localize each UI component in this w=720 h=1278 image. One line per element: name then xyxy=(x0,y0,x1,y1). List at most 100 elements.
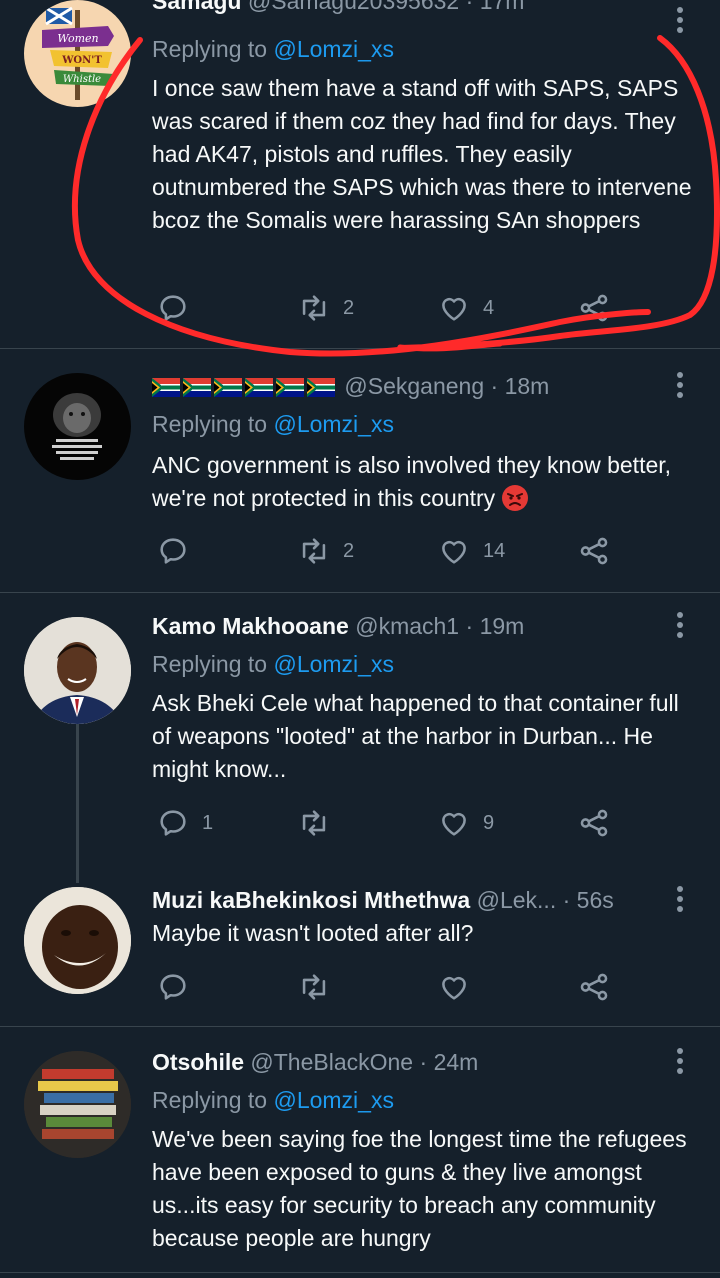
share-button[interactable] xyxy=(577,288,611,328)
share-button[interactable] xyxy=(577,967,611,1007)
reply-button[interactable] xyxy=(156,967,202,1007)
heart-icon xyxy=(442,540,466,564)
retweet-icon xyxy=(302,295,326,321)
tweet-2[interactable]: 🇿🇦🇿🇦🇿🇦🇿🇦🇿🇦🇿🇦 @Sekganeng · 18m Replying t… xyxy=(0,349,720,592)
more-options-button[interactable] xyxy=(662,2,698,38)
separator: · xyxy=(465,613,474,639)
user-handle[interactable]: @Sekganeng xyxy=(344,373,484,399)
user-handle[interactable]: @Lek... xyxy=(477,887,557,913)
tweet-header: Samagu @Samagu20395632 · 17m xyxy=(152,0,660,15)
more-vertical-icon xyxy=(677,7,683,33)
reply-icon xyxy=(160,974,186,1000)
share-button[interactable] xyxy=(577,803,611,843)
like-button[interactable] xyxy=(437,967,483,1007)
like-button[interactable]: 4 xyxy=(437,288,494,328)
user-handle[interactable]: @kmach1 xyxy=(355,613,459,639)
tweet-actions: 2 14 xyxy=(152,531,632,571)
reply-button[interactable]: 1 xyxy=(156,803,213,843)
tweet-actions xyxy=(152,967,632,1007)
reply-icon xyxy=(160,295,186,321)
more-options-button[interactable] xyxy=(662,1043,698,1079)
reply-button[interactable] xyxy=(156,288,202,328)
more-vertical-icon xyxy=(677,886,683,912)
avatar[interactable] xyxy=(24,1051,131,1158)
book-stack-icon xyxy=(24,1051,131,1158)
like-button[interactable]: 9 xyxy=(437,803,494,843)
retweet-count: 2 xyxy=(343,296,355,319)
more-options-button[interactable] xyxy=(662,607,698,643)
tweet-3[interactable]: Kamo Makhooane @kmach1 · 19m Replying to… xyxy=(0,593,720,863)
mention-link[interactable]: @Lomzi_xs xyxy=(273,651,394,677)
more-options-button[interactable] xyxy=(662,367,698,403)
display-name[interactable]: Muzi kaBhekinkosi Mthethwa xyxy=(152,887,470,913)
separator: · xyxy=(465,0,474,14)
separator: · xyxy=(562,887,571,913)
lion-icon xyxy=(52,393,102,460)
user-handle[interactable]: @Samagu20395632 xyxy=(248,0,459,14)
timestamp[interactable]: 17m xyxy=(480,0,525,14)
replying-to: Replying to @Lomzi_xs xyxy=(152,411,394,438)
retweet-button[interactable] xyxy=(297,967,343,1007)
mention-link[interactable]: @Lomzi_xs xyxy=(273,36,394,62)
tweet-header: 🇿🇦🇿🇦🇿🇦🇿🇦🇿🇦🇿🇦 @Sekganeng · 18m xyxy=(152,373,660,400)
avatar[interactable] xyxy=(24,617,131,724)
retweet-icon xyxy=(302,538,326,564)
tweet-1[interactable]: Women WON'T Whistle Samagu @Samagu203956… xyxy=(0,0,720,348)
south-africa-flag-icon xyxy=(183,378,211,397)
svg-text:Women: Women xyxy=(57,32,98,45)
heart-icon xyxy=(442,297,466,321)
person-photo-icon xyxy=(24,887,131,994)
mention-link[interactable]: @Lomzi_xs xyxy=(273,1087,394,1113)
separator: · xyxy=(419,1049,428,1075)
retweet-button[interactable]: 2 xyxy=(297,531,354,571)
more-options-button[interactable] xyxy=(662,881,698,917)
separator: · xyxy=(490,373,499,399)
share-button[interactable] xyxy=(577,531,611,571)
reply-icon xyxy=(160,538,186,564)
avatar[interactable] xyxy=(24,887,131,994)
share-icon xyxy=(580,809,608,837)
more-vertical-icon xyxy=(677,1048,683,1074)
like-count: 4 xyxy=(483,296,495,319)
replying-to: Replying to @Lomzi_xs xyxy=(152,651,394,678)
timestamp[interactable]: 24m xyxy=(434,1049,479,1075)
angry-face-icon xyxy=(502,485,529,511)
south-africa-flag-icon xyxy=(152,378,180,397)
share-icon xyxy=(580,294,608,322)
retweet-icon xyxy=(302,974,326,1000)
tweet-header: Muzi kaBhekinkosi Mthethwa @Lek... · 56s xyxy=(152,887,660,914)
retweet-icon xyxy=(302,810,326,836)
like-count: 9 xyxy=(483,811,495,834)
reply-button[interactable] xyxy=(156,531,202,571)
mention-link[interactable]: @Lomzi_xs xyxy=(273,411,394,437)
person-photo-icon xyxy=(24,617,131,724)
user-handle[interactable]: @TheBlackOne xyxy=(250,1049,413,1075)
svg-text:WON'T: WON'T xyxy=(61,55,102,66)
timestamp[interactable]: 19m xyxy=(480,613,525,639)
replying-to-label: Replying to xyxy=(152,411,268,437)
avatar[interactable]: Women WON'T Whistle xyxy=(24,0,131,107)
tweet-header: Otsohile @TheBlackOne · 24m xyxy=(152,1049,660,1076)
tweet-text: We've been saying foe the longest time t… xyxy=(152,1126,687,1251)
south-africa-flag-icon xyxy=(214,378,242,397)
heart-icon xyxy=(442,976,466,1000)
timestamp[interactable]: 56s xyxy=(577,887,614,913)
retweet-button[interactable] xyxy=(297,803,343,843)
display-name[interactable]: Kamo Makhooane xyxy=(152,613,349,639)
tweet-5[interactable]: Otsohile @TheBlackOne · 24m Replying to … xyxy=(0,1027,720,1278)
tweet-4[interactable]: Muzi kaBhekinkosi Mthethwa @Lek... · 56s… xyxy=(0,863,720,1026)
display-name[interactable]: Otsohile xyxy=(152,1049,244,1075)
tweet-header: Kamo Makhooane @kmach1 · 19m xyxy=(152,613,660,640)
tweet-actions: 1 9 xyxy=(152,803,632,843)
timestamp[interactable]: 18m xyxy=(505,373,550,399)
tweet-text: Maybe it wasn't looted after all? xyxy=(152,920,474,946)
avatar[interactable] xyxy=(24,373,131,480)
more-vertical-icon xyxy=(677,612,683,638)
like-button[interactable]: 14 xyxy=(437,531,505,571)
svg-text:Whistle: Whistle xyxy=(63,74,101,85)
heart-icon xyxy=(442,812,466,836)
sign-post-icon: Women WON'T Whistle xyxy=(42,6,114,100)
display-name[interactable]: Samagu xyxy=(152,0,241,14)
retweet-button[interactable]: 2 xyxy=(297,288,354,328)
south-africa-flag-icon xyxy=(307,378,335,397)
